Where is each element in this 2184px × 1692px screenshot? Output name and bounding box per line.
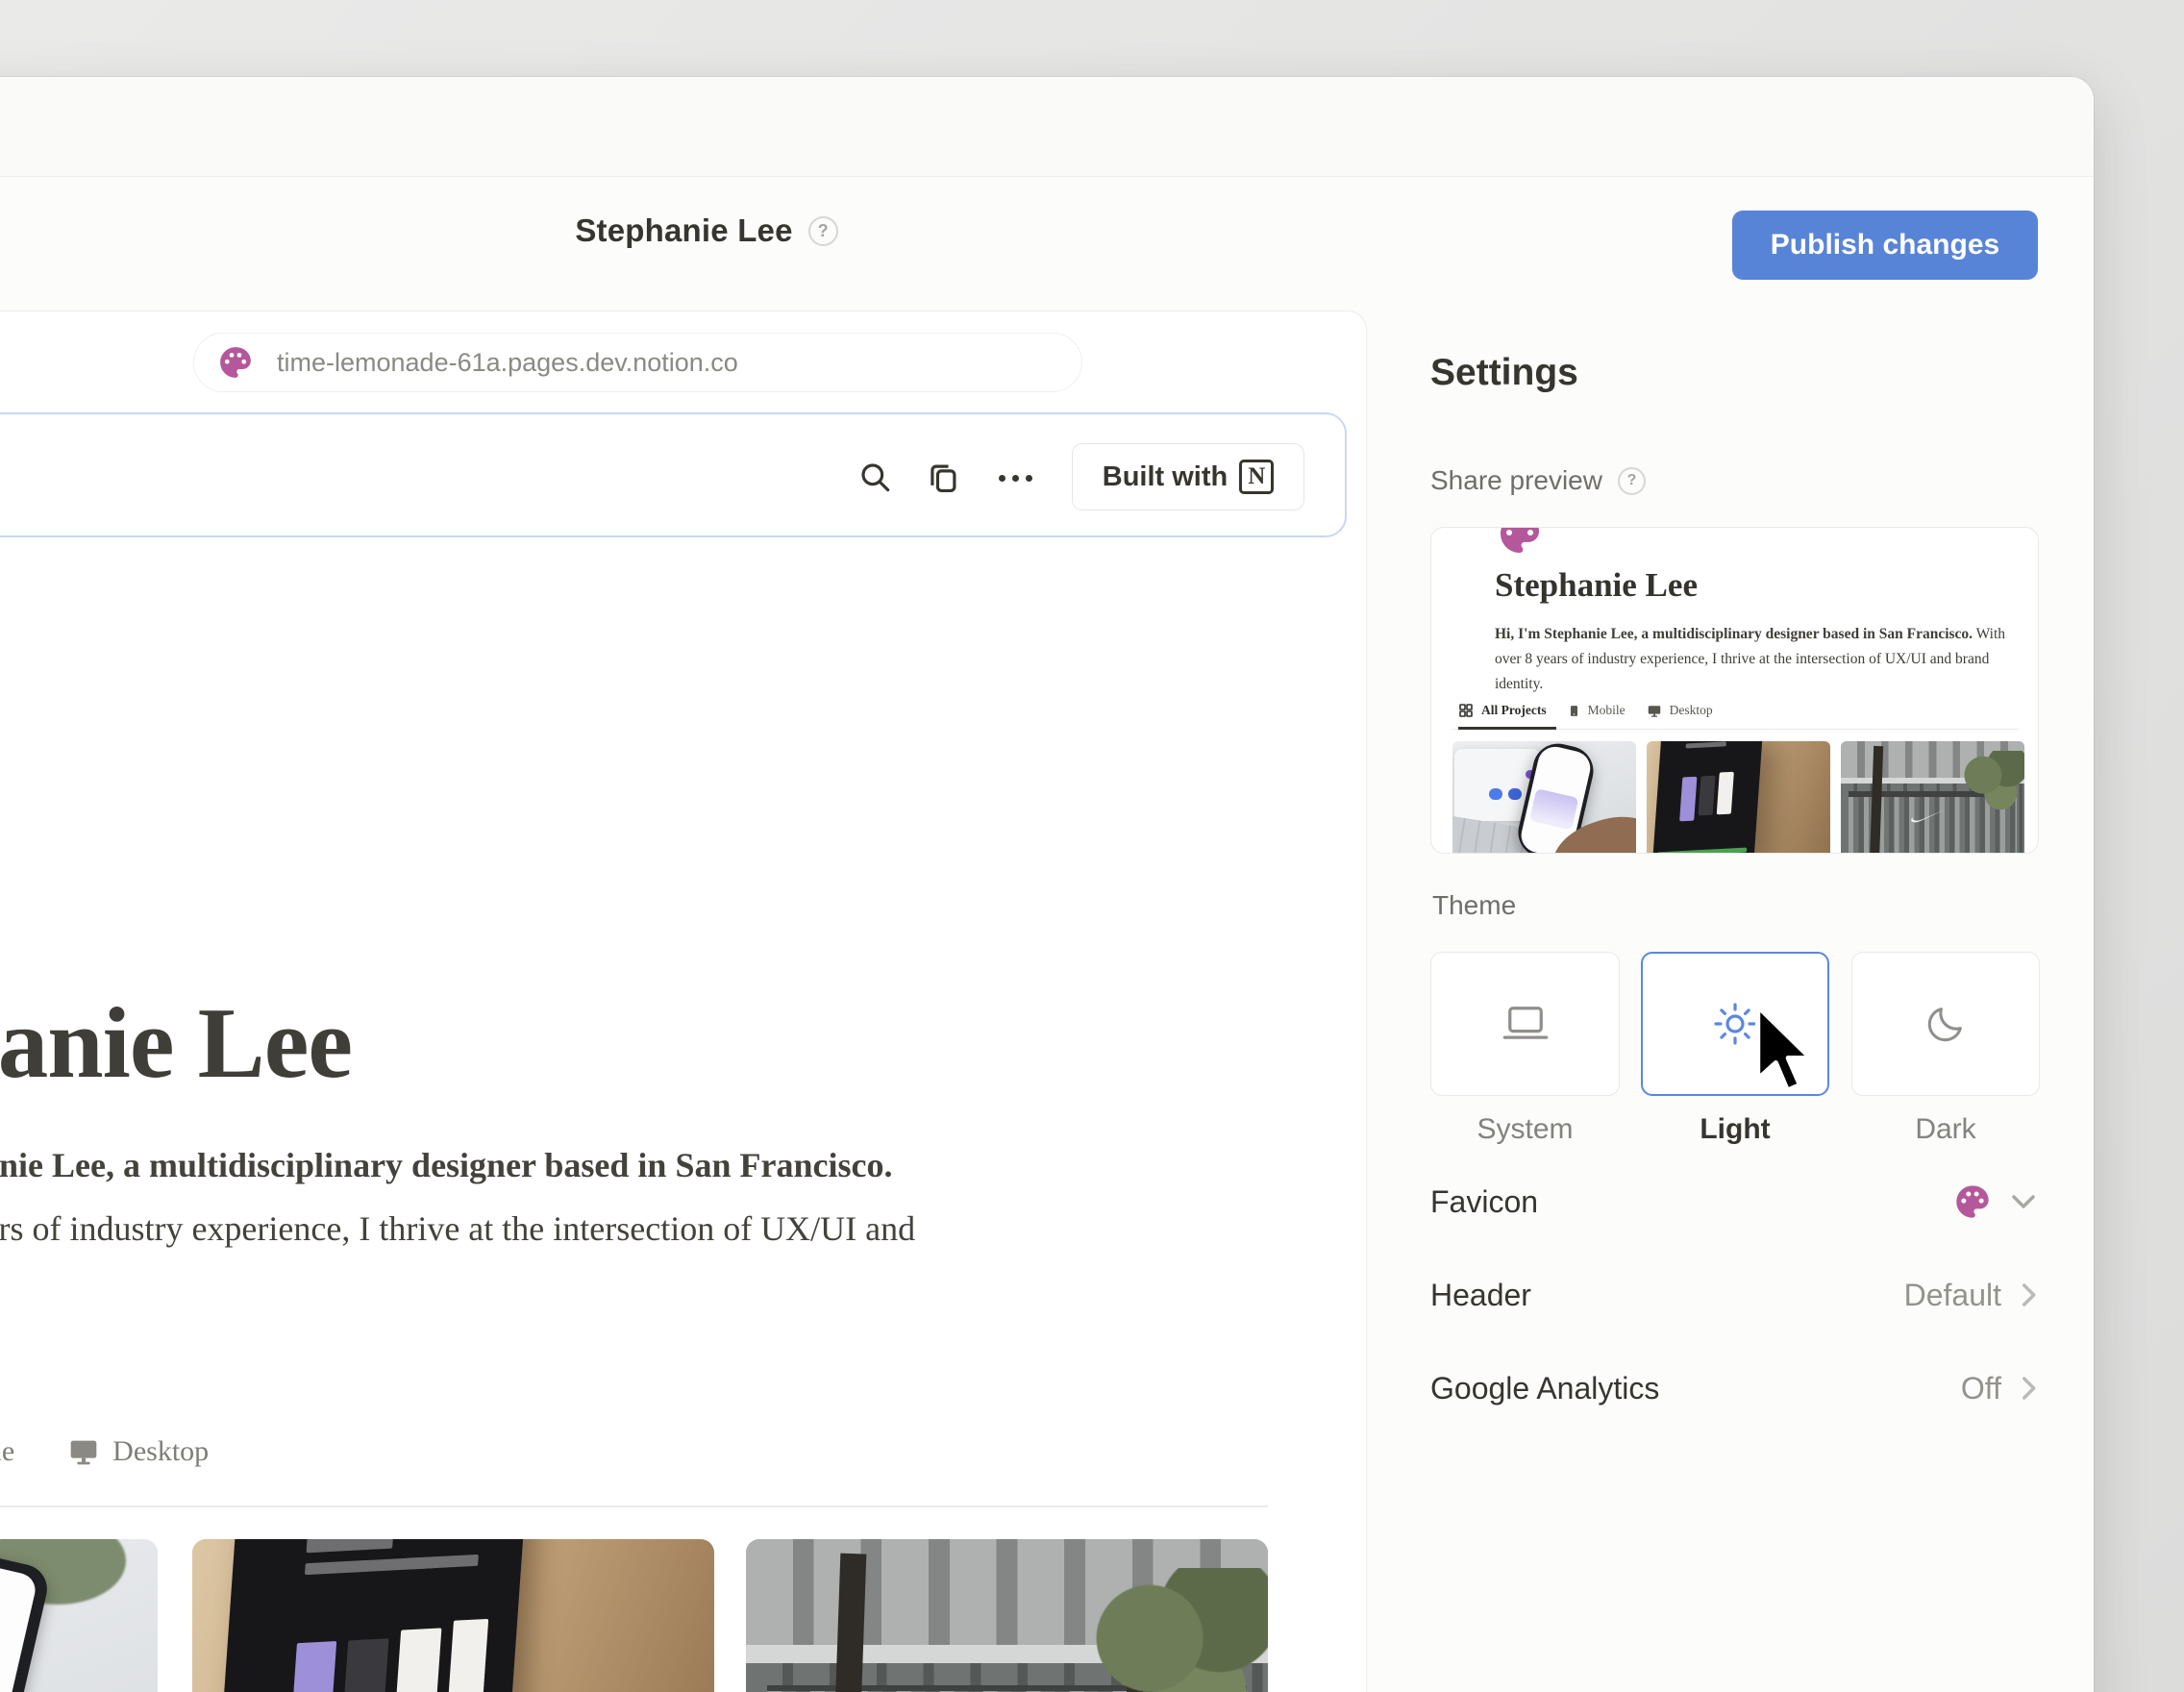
- preview-tab-desktop: Desktop: [1647, 703, 1713, 718]
- help-icon[interactable]: ?: [808, 216, 838, 246]
- project-image-laptop: [192, 1539, 714, 1692]
- site-hero-heading: Stephanie Lee: [0, 984, 352, 1101]
- google-analytics-value: Off: [1961, 1371, 2001, 1406]
- preview-thumb-storefront: [1841, 741, 2024, 854]
- palette-icon: [217, 344, 254, 381]
- help-icon[interactable]: ?: [1618, 467, 1646, 495]
- tab-mobile[interactable]: Mobile: [0, 1435, 14, 1468]
- theme-label-system: System: [1430, 1113, 1620, 1146]
- site-url: time-lemonade-61a.pages.dev.notion.co: [277, 348, 738, 378]
- page-title-row: Stephanie Lee ?: [466, 206, 947, 256]
- moon-icon: [1923, 1002, 1968, 1046]
- header-label: Header: [1430, 1278, 1531, 1313]
- preview-tab-all-projects: All Projects: [1458, 703, 1547, 718]
- browser-toolbar: Built with N: [0, 412, 1347, 537]
- header-value: Default: [1904, 1278, 2001, 1313]
- share-preview-row: Share preview ?: [1430, 465, 1646, 496]
- preview-intro: Hi, I'm Stephanie Lee, a multidisciplina…: [1495, 622, 2014, 697]
- more-options-icon[interactable]: [991, 459, 1039, 497]
- site-intro-line1: Hi, I'm Stephanie Lee, a multidisciplina…: [0, 1145, 892, 1185]
- search-icon[interactable]: [856, 459, 895, 497]
- notion-logo-icon: N: [1239, 460, 1274, 494]
- settings-title: Settings: [1430, 352, 1578, 394]
- site-preview-card: time-lemonade-61a.pages.dev.notion.co Bu…: [0, 311, 1367, 1692]
- chevron-right-icon: [2019, 1281, 2038, 1309]
- project-image-phone: [0, 1539, 158, 1692]
- preview-tabs: All Projects Mobile Desktop: [1458, 703, 1713, 718]
- project-image-storefront: [746, 1539, 1268, 1692]
- preview-heading: Stephanie Lee: [1495, 566, 1698, 605]
- preview-thumb-phone: [1452, 741, 1636, 854]
- site-intro-line2: With over 8 years of industry experience…: [0, 1208, 915, 1249]
- chevron-right-icon: [2019, 1374, 2038, 1403]
- theme-label: Theme: [1432, 890, 1516, 921]
- preview-active-tab-underline: [1458, 727, 1556, 730]
- header-row[interactable]: Header Default: [1430, 1264, 2038, 1326]
- window-toolbar: [0, 77, 2094, 177]
- publish-changes-button[interactable]: Publish changes: [1732, 211, 2038, 280]
- page-title: Stephanie Lee: [575, 212, 792, 249]
- theme-option-system[interactable]: [1430, 952, 1620, 1096]
- share-preview-card: Stephanie Lee Hi, I'm Stephanie Lee, a m…: [1430, 527, 2039, 854]
- built-with-notion-button[interactable]: Built with N: [1072, 443, 1304, 510]
- palette-icon: [1497, 527, 1543, 557]
- palette-icon: [1953, 1182, 1992, 1221]
- laptop-icon: [1501, 1003, 1551, 1045]
- theme-label-dark: Dark: [1851, 1113, 2040, 1146]
- preview-tab-mobile: Mobile: [1568, 703, 1626, 718]
- preview-thumb-laptop: [1647, 741, 1830, 854]
- google-analytics-label: Google Analytics: [1430, 1371, 1659, 1406]
- chevron-down-icon: [2009, 1192, 2038, 1211]
- monitor-icon: [1647, 704, 1662, 718]
- monitor-icon: [67, 1436, 100, 1467]
- phone-icon: [1568, 704, 1580, 718]
- sun-icon: [1712, 1001, 1758, 1047]
- screen: Stephanie Lee ? Publish changes time-lem…: [0, 0, 2184, 1692]
- copy-icon[interactable]: [924, 459, 962, 497]
- favicon-row[interactable]: Favicon: [1430, 1171, 2038, 1232]
- tabs-divider: [0, 1505, 1268, 1507]
- share-preview-label: Share preview: [1430, 465, 1602, 496]
- theme-option-dark[interactable]: [1851, 952, 2040, 1096]
- tab-desktop[interactable]: Desktop: [67, 1435, 209, 1468]
- built-with-label: Built with: [1103, 461, 1228, 493]
- favicon-label: Favicon: [1430, 1184, 1538, 1220]
- site-url-pill[interactable]: time-lemonade-61a.pages.dev.notion.co: [193, 333, 1082, 392]
- site-project-tabs: All Projects Mobile Desktop: [0, 1435, 209, 1468]
- theme-option-light[interactable]: [1641, 952, 1829, 1096]
- grid-icon: [1458, 703, 1474, 718]
- google-analytics-row[interactable]: Google Analytics Off: [1430, 1357, 2038, 1419]
- theme-label-light: Light: [1641, 1113, 1829, 1146]
